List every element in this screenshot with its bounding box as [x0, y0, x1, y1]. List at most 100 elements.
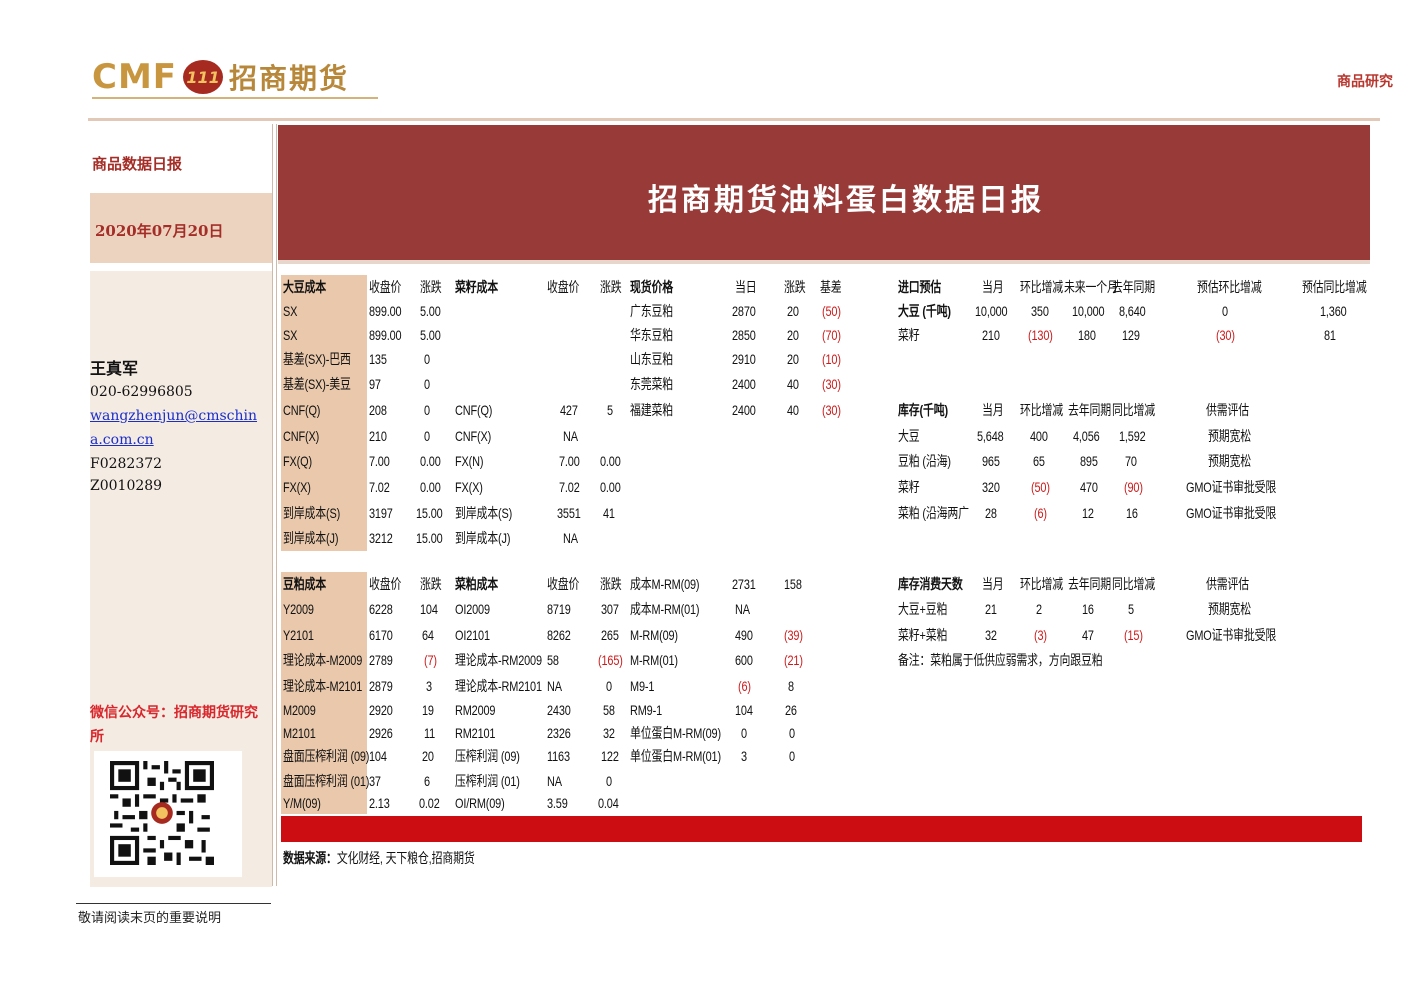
- sidebar-border: [272, 124, 273, 886]
- table-cell: 600: [735, 652, 753, 668]
- table-cell: CNF(X): [455, 428, 492, 444]
- table-cell: Y/M(09): [283, 795, 321, 811]
- qr-code-icon: [110, 761, 214, 865]
- table-cell: OI2101: [455, 627, 490, 643]
- table-cell: (7): [424, 652, 437, 668]
- table-cell: (30): [822, 376, 841, 392]
- table-cell: FX(N): [455, 453, 484, 469]
- table-cell: 899.00: [369, 303, 402, 319]
- table-cell: 大豆+豆粕: [898, 601, 948, 617]
- meal-cost-col-change: 涨跌: [420, 576, 442, 592]
- table-cell: M-RM(01): [630, 652, 678, 668]
- table-cell: 97: [369, 376, 381, 392]
- table-cell: Y2009: [283, 601, 314, 617]
- rapeseed-cost-col-close: 收盘价: [547, 279, 580, 295]
- inventory-col-lastyear: 去年同期: [1068, 402, 1112, 418]
- table-cell: NA: [547, 773, 562, 789]
- table-cell: (30): [822, 402, 841, 418]
- table-cell: 895: [1080, 453, 1098, 469]
- table-cell: 41: [603, 505, 615, 521]
- table-cell: 2870: [732, 303, 756, 319]
- soy-cost-header: 大豆成本: [283, 279, 327, 295]
- table-cell: 菜籽: [898, 479, 920, 495]
- days-col-mom: 环比增减: [1020, 576, 1064, 592]
- import-col-mom: 环比增减: [1020, 279, 1064, 295]
- table-cell: 15.00: [416, 530, 443, 546]
- rapeseed-cost-col-change: 涨跌: [600, 279, 622, 295]
- license-number-2: Z0010289: [90, 478, 163, 494]
- bottom-rule: [76, 903, 271, 904]
- table-cell: 2400: [732, 402, 756, 418]
- table-cell: 0.04: [598, 795, 619, 811]
- table-cell: 47: [1082, 627, 1094, 643]
- table-cell: 899.00: [369, 327, 402, 343]
- table-cell: (130): [1028, 327, 1053, 343]
- report-date-box: 2020年07月20日: [90, 193, 272, 263]
- table-cell: 64: [422, 627, 434, 643]
- table-cell: 0.00: [420, 479, 441, 495]
- table-cell: M-RM(09): [630, 627, 678, 643]
- table-cell: NA: [547, 678, 562, 694]
- table-cell: NA: [563, 428, 578, 444]
- table-cell: 单位蛋白M-RM(09): [630, 725, 721, 741]
- import-col-lastyear: 去年同期: [1112, 279, 1156, 295]
- table-cell: SX: [283, 327, 298, 343]
- table-cell: (6): [738, 678, 751, 694]
- table-cell: 400: [1030, 428, 1048, 444]
- table-cell: 104: [369, 748, 387, 764]
- table-cell: 8,640: [1119, 303, 1146, 319]
- table-cell: 0: [789, 725, 795, 741]
- soy-cost-col-change: 涨跌: [420, 279, 442, 295]
- title-banner: 招商期货油料蛋白数据日报: [278, 125, 1370, 260]
- table-cell: 华东豆粕: [630, 327, 674, 343]
- days-col-yoy: 同比增减: [1112, 576, 1156, 592]
- table-cell: 10,000: [1072, 303, 1105, 319]
- table-cell: 大豆: [898, 428, 920, 444]
- table-cell: 5: [1128, 601, 1134, 617]
- table-cell: 16: [1126, 505, 1138, 521]
- table-cell: 20: [422, 748, 434, 764]
- table-cell: 490: [735, 627, 753, 643]
- table-cell: 7.02: [559, 479, 580, 495]
- days-col-month: 当月: [982, 576, 1004, 592]
- author-email-line2[interactable]: a.com.cn: [90, 432, 154, 448]
- table-cell: 350: [1031, 303, 1049, 319]
- table-cell: 0.02: [419, 795, 440, 811]
- wechat-account: 微信公众号：招商期货研究所: [90, 705, 258, 745]
- table-cell: 大豆 (千吨): [898, 303, 951, 319]
- table-cell: 81: [1324, 327, 1336, 343]
- table-cell: RM2009: [455, 702, 496, 718]
- table-cell: 2926: [369, 725, 393, 741]
- table-cell: 20: [787, 303, 799, 319]
- table-cell: 到岸成本(J): [455, 530, 511, 546]
- table-cell: 265: [601, 627, 619, 643]
- table-cell: CNF(X): [283, 428, 320, 444]
- data-source: 数据来源：文化财经, 天下粮仓,招商期货: [283, 850, 475, 866]
- spot-col-basis: 基差: [820, 279, 842, 295]
- author-panel: 王真军 020-62996805 wangzhenjun@cmschin a.c…: [90, 271, 272, 887]
- table-cell: (6): [1034, 505, 1047, 521]
- inventory-col-mom: 环比增减: [1020, 402, 1064, 418]
- logo-mark-icon: 111: [183, 60, 224, 94]
- table-cell: 320: [982, 479, 1000, 495]
- table-cell: 理论成本-M2101: [283, 678, 363, 694]
- table-cell: FX(X): [455, 479, 483, 495]
- table-cell: 预期宽松: [1208, 453, 1252, 469]
- table-cell: 福建菜粕: [630, 402, 674, 418]
- days-header: 库存消费天数: [898, 576, 963, 592]
- table-cell: M2009: [283, 702, 316, 718]
- table-cell: 8262: [547, 627, 571, 643]
- report-title: 招商期货油料蛋白数据日报: [648, 183, 1044, 218]
- author-name: 王真军: [90, 359, 139, 378]
- table-cell: 5.00: [420, 303, 441, 319]
- license-number-1: F0282372: [90, 456, 163, 472]
- author-email-line1[interactable]: wangzhenjun@cmschin: [90, 408, 257, 424]
- table-cell: (165): [598, 652, 623, 668]
- table-cell: FX(Q): [283, 453, 312, 469]
- inventory-col-yoy: 同比增减: [1112, 402, 1156, 418]
- table-cell: 11: [424, 725, 436, 741]
- table-cell: (39): [784, 627, 803, 643]
- table-cell: 20: [787, 327, 799, 343]
- table-cell: 0: [606, 773, 612, 789]
- table-cell: 1163: [547, 748, 570, 764]
